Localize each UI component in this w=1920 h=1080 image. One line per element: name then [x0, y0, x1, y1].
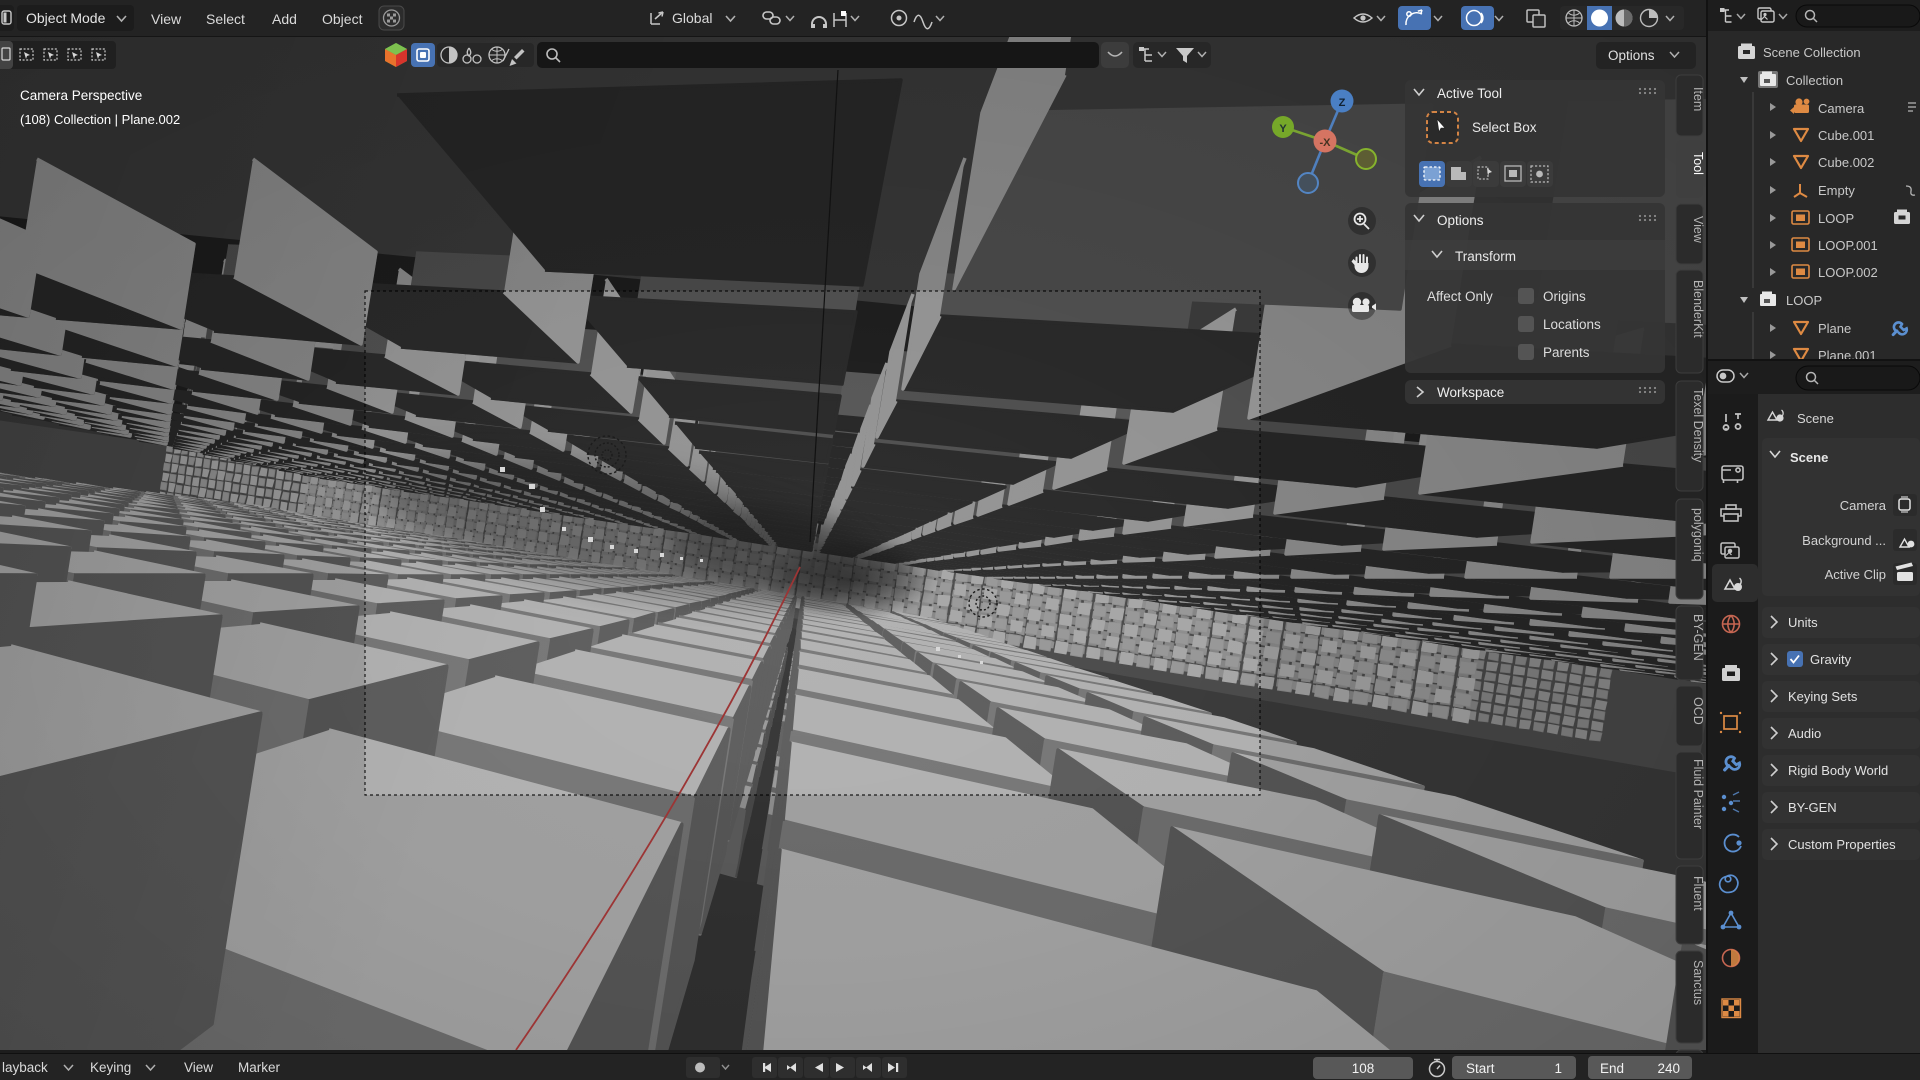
svg-text:Audio: Audio [1788, 726, 1821, 741]
svg-text:BY-GEN: BY-GEN [1788, 800, 1837, 815]
svg-text:Rigid Body World: Rigid Body World [1788, 763, 1888, 778]
svg-text:LOOP: LOOP [1818, 211, 1854, 226]
svg-text:Transform: Transform [1455, 249, 1516, 264]
svg-text:Fluent: Fluent [1691, 876, 1705, 911]
svg-text:Affect Only: Affect Only [1427, 289, 1493, 304]
svg-text:Global: Global [672, 10, 712, 26]
svg-text:Active Clip: Active Clip [1825, 567, 1886, 582]
svg-text:Add: Add [272, 11, 297, 27]
svg-text:polygoniq: polygoniq [1691, 508, 1705, 562]
svg-text:Background ...: Background ... [1802, 533, 1886, 548]
svg-text:Keying: Keying [90, 1060, 131, 1075]
svg-text:LOOP.002: LOOP.002 [1818, 265, 1878, 280]
svg-text:Y: Y [1279, 123, 1287, 135]
svg-text:Object: Object [322, 11, 363, 27]
svg-text:Empty: Empty [1818, 183, 1855, 198]
svg-text:View: View [184, 1060, 213, 1075]
svg-text:Item: Item [1691, 87, 1705, 111]
svg-text:Options: Options [1437, 213, 1484, 228]
svg-text:Sanctus: Sanctus [1691, 960, 1705, 1005]
svg-text:Marker: Marker [238, 1060, 281, 1075]
svg-text:Start: Start [1466, 1061, 1495, 1076]
svg-text:Scene Collection: Scene Collection [1763, 45, 1861, 60]
svg-text:Tool: Tool [1691, 152, 1705, 175]
svg-text:Options: Options [1608, 48, 1655, 63]
svg-text:Scene: Scene [1797, 411, 1834, 426]
svg-text:Locations: Locations [1543, 317, 1601, 332]
svg-text:Cube.002: Cube.002 [1818, 155, 1874, 170]
svg-text:OCD: OCD [1691, 697, 1705, 725]
svg-text:Z: Z [1339, 97, 1346, 109]
svg-text:Camera: Camera [1818, 101, 1865, 116]
svg-text:View: View [1691, 216, 1705, 244]
svg-text:Origins: Origins [1543, 289, 1586, 304]
svg-text:End: End [1600, 1061, 1624, 1076]
svg-text:LOOP.001: LOOP.001 [1818, 238, 1878, 253]
svg-text:Plane: Plane [1818, 321, 1851, 336]
svg-text:Parents: Parents [1543, 345, 1590, 360]
svg-text:Collection: Collection [1786, 73, 1843, 88]
svg-text:108: 108 [1352, 1061, 1375, 1076]
svg-text:(108) Collection | Plane.002: (108) Collection | Plane.002 [20, 112, 180, 127]
svg-text:Scene: Scene [1790, 450, 1828, 465]
svg-text:Texel Density: Texel Density [1691, 388, 1705, 463]
svg-text:BY-GEN: BY-GEN [1691, 614, 1705, 661]
svg-text:Workspace: Workspace [1437, 385, 1504, 400]
svg-text:-X: -X [1320, 137, 1332, 149]
svg-text:Object Mode: Object Mode [26, 10, 106, 26]
svg-text:Fluid Painter: Fluid Painter [1691, 759, 1705, 829]
svg-text:BlenderKit: BlenderKit [1691, 280, 1705, 338]
svg-text:Camera Perspective: Camera Perspective [20, 88, 142, 103]
svg-text:layback: layback [2, 1060, 48, 1075]
svg-text:240: 240 [1657, 1061, 1680, 1076]
svg-text:Units: Units [1788, 615, 1818, 630]
svg-text:Keying Sets: Keying Sets [1788, 689, 1858, 704]
svg-text:View: View [151, 11, 182, 27]
svg-text:Gravity: Gravity [1810, 652, 1852, 667]
svg-text:Custom Properties: Custom Properties [1788, 837, 1896, 852]
svg-text:Camera: Camera [1840, 498, 1887, 513]
svg-text:Select: Select [206, 11, 245, 27]
svg-text:Select Box: Select Box [1472, 120, 1537, 135]
svg-text:1: 1 [1554, 1061, 1562, 1076]
svg-text:LOOP: LOOP [1786, 293, 1822, 308]
svg-text:Cube.001: Cube.001 [1818, 128, 1874, 143]
svg-text:Active Tool: Active Tool [1437, 86, 1502, 101]
